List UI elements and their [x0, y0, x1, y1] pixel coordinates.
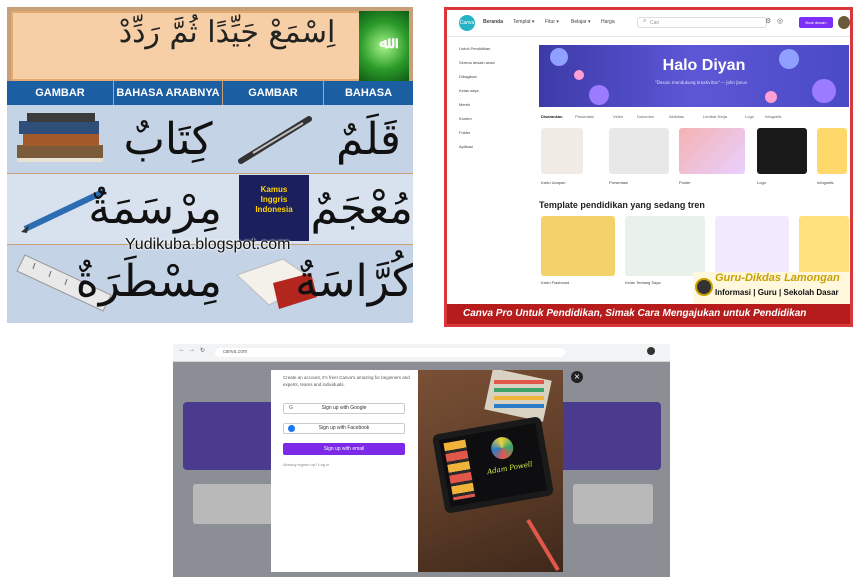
template-card[interactable] — [757, 128, 807, 174]
logo-mark — [489, 435, 515, 461]
column-header: BAHASA ARABNY — [324, 81, 413, 123]
nav-home[interactable]: Beranda — [483, 19, 503, 25]
books-image — [17, 113, 103, 162]
template-card[interactable] — [541, 128, 583, 174]
brand-overlay: Guru-Dikdas Lamongan Informasi | Guru | … — [693, 272, 850, 304]
template-label: Presentasi — [609, 180, 628, 185]
column-header: GAMBAR — [223, 81, 323, 105]
template-card[interactable] — [679, 128, 745, 174]
sidebar-item-content[interactable]: Konten — [459, 116, 472, 121]
template-label: Kartu Ucapan — [541, 180, 566, 185]
notification-icon[interactable]: ◎ — [777, 17, 783, 25]
greeting-subtitle: "Desain mendukung kreativitas" — John Ja… — [654, 80, 748, 85]
google-signup-button[interactable]: G Sign up with Google — [283, 403, 405, 414]
google-icon: G — [289, 405, 293, 411]
greeting-title: Halo Diyan — [662, 57, 746, 74]
sidebar-item-all-designs[interactable]: Semua desain anda — [459, 60, 495, 65]
background-card — [573, 484, 653, 524]
sidebar-item-apps[interactable]: Aplikasi — [459, 144, 473, 149]
pen-image — [238, 116, 312, 164]
tab-presentations[interactable]: Presentasi — [575, 114, 594, 119]
nav-learn[interactable]: Belajar ▾ — [571, 19, 590, 25]
template-label: Logo — [757, 180, 766, 185]
column-header: BAHASA ARABNYA — [114, 81, 222, 105]
background-card — [193, 484, 273, 524]
sidebar-item-brand[interactable]: Merek — [459, 102, 470, 107]
arabic-phrase: اِسْمَعْ جَيِّدًا ثُمَّ رَدِّدْ — [118, 15, 336, 50]
back-icon[interactable]: ← — [179, 347, 185, 353]
sidebar-item-shared[interactable]: Dibagikan — [459, 74, 477, 79]
tab-documents[interactable]: Dokumen — [637, 114, 654, 119]
tab-video[interactable]: Video — [613, 114, 623, 119]
profile-avatar[interactable] — [647, 347, 655, 355]
tab-suggested[interactable]: Disarankan — [541, 114, 563, 119]
dictionary-image: Kamus Inggris Indonesia — [239, 175, 309, 241]
nav-pricing[interactable]: Harga — [601, 19, 615, 25]
forward-icon[interactable]: → — [189, 347, 195, 353]
sidebar-item-education[interactable]: Untuk Pendidikan — [459, 46, 490, 51]
brand-logo-icon — [695, 278, 713, 296]
brand-name: Guru-Dikdas Lamongan — [715, 272, 840, 284]
column-header: GAMBAR — [7, 81, 113, 105]
brand-tagline: Informasi | Guru | Sekolah Dasar — [715, 288, 839, 297]
template-card[interactable] — [609, 128, 669, 174]
trending-card[interactable] — [625, 216, 705, 276]
trending-label: Kelas Tentang Saya — [625, 280, 661, 285]
canva-signup-panel: ← → ↻ canva.com Create an account, it's … — [173, 344, 670, 577]
tab-logo[interactable]: Logo — [745, 114, 754, 119]
nav-templates[interactable]: Templat ▾ — [513, 19, 534, 25]
flower-pattern — [550, 48, 836, 105]
search-input[interactable]: Cari — [637, 17, 767, 28]
trending-label: Kartu Flashcard — [541, 280, 570, 285]
arabic-word: مُعْجَمٌ — [310, 183, 413, 234]
sidebar-item-folders[interactable]: Folder — [459, 130, 470, 135]
welcome-banner: Halo Diyan "Desain mendukung kreativitas… — [539, 45, 849, 107]
arabic-vocabulary-panel: اِسْمَعْ جَيِّدًا ثُمَّ رَدِّدْ ﷲ GAMBAR… — [7, 7, 413, 323]
search-icon: ⌕ — [643, 18, 647, 24]
trending-card[interactable] — [541, 216, 615, 276]
browser-toolbar: ← → ↻ canva.com — [173, 344, 670, 362]
tab-infographics[interactable]: Infografis — [765, 114, 781, 119]
settings-icon[interactable]: ⚙ — [765, 17, 771, 25]
template-strip — [443, 439, 476, 501]
facebook-signup-button[interactable]: Sign up with Facebook — [283, 423, 405, 434]
footer-caption: Canva Pro Untuk Pendidikan, Simak Cara M… — [447, 304, 850, 324]
tab-activities[interactable]: Aktivitas — [669, 114, 684, 119]
reload-icon[interactable]: ↻ — [200, 347, 205, 354]
trending-card[interactable] — [715, 216, 789, 276]
login-link[interactable]: Already signed up? Log in — [283, 462, 329, 467]
facebook-signup-label: Sign up with Facebook — [318, 425, 370, 431]
nav-features[interactable]: Fitur ▾ — [545, 19, 559, 25]
logo-glyph: ﷲ — [379, 33, 389, 52]
sidebar-item-classes[interactable]: Kelas saya — [459, 88, 479, 93]
arabic-word: كِتَابٌ — [123, 114, 213, 165]
canva-logo-icon[interactable]: Canva — [459, 15, 475, 31]
close-icon[interactable]: × — [571, 371, 583, 383]
dictionary-cover-title: Kamus Inggris Indonesia — [255, 185, 293, 214]
canva-dashboard-panel: Canva Beranda Templat ▾ Fitur ▾ Belajar … — [444, 7, 853, 327]
tablet-screen: Adam Powell — [438, 423, 548, 507]
trending-card[interactable] — [799, 216, 849, 276]
email-signup-button[interactable]: Sign up with email — [283, 443, 405, 455]
create-design-button[interactable]: Buat desain — [799, 17, 833, 28]
signup-description: Create an account, it's free! Canva's am… — [283, 375, 410, 387]
arabic-word: مِرْسَمَةٌ — [88, 183, 222, 234]
trending-heading: Template pendidikan yang sedang tren — [539, 200, 705, 210]
allah-logo-icon: ﷲ — [359, 11, 409, 81]
facebook-icon — [288, 425, 295, 432]
watermark: Yudikuba.blogspot.com — [125, 236, 291, 253]
tab-worksheets[interactable]: Lembar Kerja — [703, 114, 727, 119]
template-card[interactable] — [817, 128, 847, 174]
arabic-word: قَلَمٌ — [336, 114, 401, 165]
address-bar[interactable]: canva.com — [215, 348, 565, 357]
avatar[interactable] — [838, 16, 850, 29]
google-signup-label: Sign up with Google — [321, 405, 367, 411]
template-label: Infografis — [817, 180, 834, 185]
tablet-photo: Adam Powell — [418, 370, 563, 572]
arabic-word: كُرَّاسَةٌ — [295, 256, 413, 307]
template-label: Poster — [679, 180, 691, 185]
top-navbar: Canva Beranda Templat ▾ Fitur ▾ Belajar … — [447, 10, 850, 37]
tablet-signature: Adam Powell — [486, 460, 534, 477]
arabic-word: مِسْطَرَةٌ — [75, 256, 222, 307]
